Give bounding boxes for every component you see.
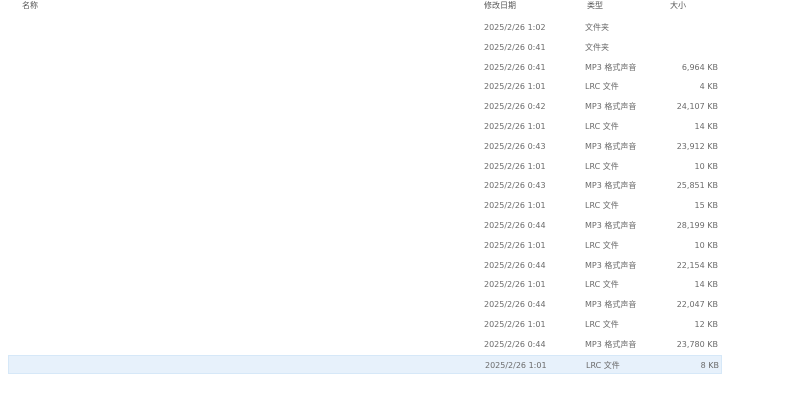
file-size: 25,851 KB <box>676 181 718 191</box>
column-header-size[interactable]: 大小 <box>670 0 686 12</box>
file-row[interactable]: ♪02-2逐渐被攻陷的最心爱的老婆【对方男友视角】.mp32025/2/26 0… <box>8 137 722 156</box>
file-date: 2025/2/26 1:02 <box>484 23 546 32</box>
file-size: 23,912 KB <box>676 141 718 151</box>
file-size: 12 KB <box>694 320 718 329</box>
file-date: 2025/2/26 0:42 <box>484 102 546 112</box>
file-row[interactable]: ♪02-1逐渐被攻陷的最心爱的老婆【丈夫视角】.mp32025/2/26 0:4… <box>8 97 722 116</box>
file-size: 10 KB <box>694 161 718 171</box>
file-size: 24,107 KB <box>676 102 718 112</box>
folder-row[interactable]: 封面样品图2025/2/26 1:02文件夹 <box>8 18 722 37</box>
file-date: 2025/2/26 0:41 <box>484 62 546 72</box>
file-row[interactable]: 02-2逐渐被攻陷的最心爱的老婆【对方男友视角】.mp3.lrc2025/2/2… <box>8 157 722 176</box>
column-header-type[interactable]: 类型 <box>587 0 603 12</box>
file-type: MP3 格式声音 <box>585 62 637 72</box>
file-row[interactable]: 01那是再也无法回头，通往「换偶」的单程票之旅.mp3.lrc2025/2/26… <box>8 77 722 96</box>
file-date: 2025/2/26 0:44 <box>484 300 546 310</box>
file-size: 28,199 KB <box>676 221 718 230</box>
file-type: MP3 格式声音 <box>585 141 637 151</box>
file-size: 22,047 KB <box>676 300 718 310</box>
file-type: LRC 文件 <box>585 122 619 131</box>
file-date: 2025/2/26 1:01 <box>485 360 547 370</box>
folder-row[interactable]: 高清插画2025/2/26 0:41文件夹 <box>8 38 722 57</box>
file-date: 2025/2/26 0:43 <box>484 141 546 151</box>
file-type: LRC 文件 <box>586 360 620 370</box>
file-date: 2025/2/26 1:01 <box>484 240 546 250</box>
file-type: LRC 文件 <box>585 320 619 329</box>
column-header: 名称 修改日期 类型 大小 <box>0 0 800 14</box>
file-type: 文件夹 <box>585 23 609 32</box>
file-date: 2025/2/26 1:01 <box>484 122 546 131</box>
file-size: 23,780 KB <box>676 339 718 349</box>
file-size: 15 KB <box>694 201 718 211</box>
file-type: LRC 文件 <box>585 240 619 250</box>
file-size: 4 KB <box>699 82 718 92</box>
file-date: 2025/2/26 0:44 <box>484 339 546 349</box>
file-type: LRC 文件 <box>585 201 619 211</box>
file-row[interactable]: ♪01那是再也无法回头，通往「换偶」的单程票之旅.mp32025/2/26 0:… <box>8 58 722 77</box>
file-type: MP3 格式声音 <box>585 260 637 270</box>
file-type: MP3 格式声音 <box>585 339 637 349</box>
file-row[interactable]: 03-1被寝取、寝取，逐渐沦为换偶性爱的俘虏【丈夫视角】.mp3.lrc2025… <box>8 196 722 215</box>
file-type: MP3 格式声音 <box>585 181 637 191</box>
file-row[interactable]: 04-2最心爱的「完全沦陷为抖M雌性」老婆【对方男友视角】.mp3.lrc202… <box>8 315 722 334</box>
file-date: 2025/2/26 0:44 <box>484 221 546 230</box>
file-date: 2025/2/26 0:43 <box>484 181 546 191</box>
file-date: 2025/2/26 0:44 <box>484 260 546 270</box>
file-row[interactable]: 05一切都已经结束，然后又…（赠品音轨）.mp3.lrc2025/2/26 1:… <box>8 354 722 374</box>
file-type: MP3 格式声音 <box>585 102 637 112</box>
file-row[interactable]: ♪03-1被寝取、寝取，逐渐沦为换偶性爱的俘虏【丈夫视角】.mp32025/2/… <box>8 176 722 195</box>
file-row[interactable]: 02-1逐渐被攻陷的最心爱的老婆【丈夫视角】.mp3.lrc2025/2/26 … <box>8 117 722 136</box>
file-date: 2025/2/26 1:01 <box>484 280 546 290</box>
file-row[interactable]: 03-2被寝取、寝取，逐渐沦为换偶性爱的俘虏【对方男友视角】.mp3.lrc20… <box>8 236 722 255</box>
file-type: MP3 格式声音 <box>585 221 637 230</box>
file-row[interactable]: ♪03-2被寝取、寝取，逐渐沦为换偶性爱的俘虏【对方男友视角】.mp32025/… <box>8 216 722 235</box>
file-type: LRC 文件 <box>585 161 619 171</box>
file-size: 6,964 KB <box>681 62 718 72</box>
file-row[interactable]: ♪04-1最心爱的「完全沦陷为抖M雌性」老婆【丈夫视角】.mp32025/2/2… <box>8 256 722 275</box>
file-size: 8 KB <box>700 360 719 370</box>
file-date: 2025/2/26 1:01 <box>484 201 546 211</box>
file-row[interactable]: ♪05一切都已经结束，然后又…（赠品音轨）.mp32025/2/26 0:44M… <box>8 335 722 354</box>
column-header-date[interactable]: 修改日期 <box>484 0 516 12</box>
file-date: 2025/2/26 1:01 <box>484 320 546 329</box>
file-row[interactable]: ♪04-2最心爱的「完全沦陷为抖M雌性」老婆【对方男友视角】.mp32025/2… <box>8 295 722 314</box>
file-type: LRC 文件 <box>585 82 619 92</box>
file-size: 14 KB <box>694 122 718 131</box>
file-size: 10 KB <box>694 240 718 250</box>
file-type: 文件夹 <box>585 42 609 52</box>
file-date: 2025/2/26 1:01 <box>484 161 546 171</box>
file-size: 22,154 KB <box>676 260 718 270</box>
file-row[interactable]: 04-1最心爱的「完全沦陷为抖M雌性」老婆【丈夫视角】.mp3.lrc2025/… <box>8 275 722 294</box>
file-date: 2025/2/26 0:41 <box>484 42 546 52</box>
file-type: MP3 格式声音 <box>585 300 637 310</box>
file-type: LRC 文件 <box>585 280 619 290</box>
column-header-name[interactable]: 名称 <box>22 0 38 12</box>
file-size: 14 KB <box>694 280 718 290</box>
file-date: 2025/2/26 1:01 <box>484 82 546 92</box>
